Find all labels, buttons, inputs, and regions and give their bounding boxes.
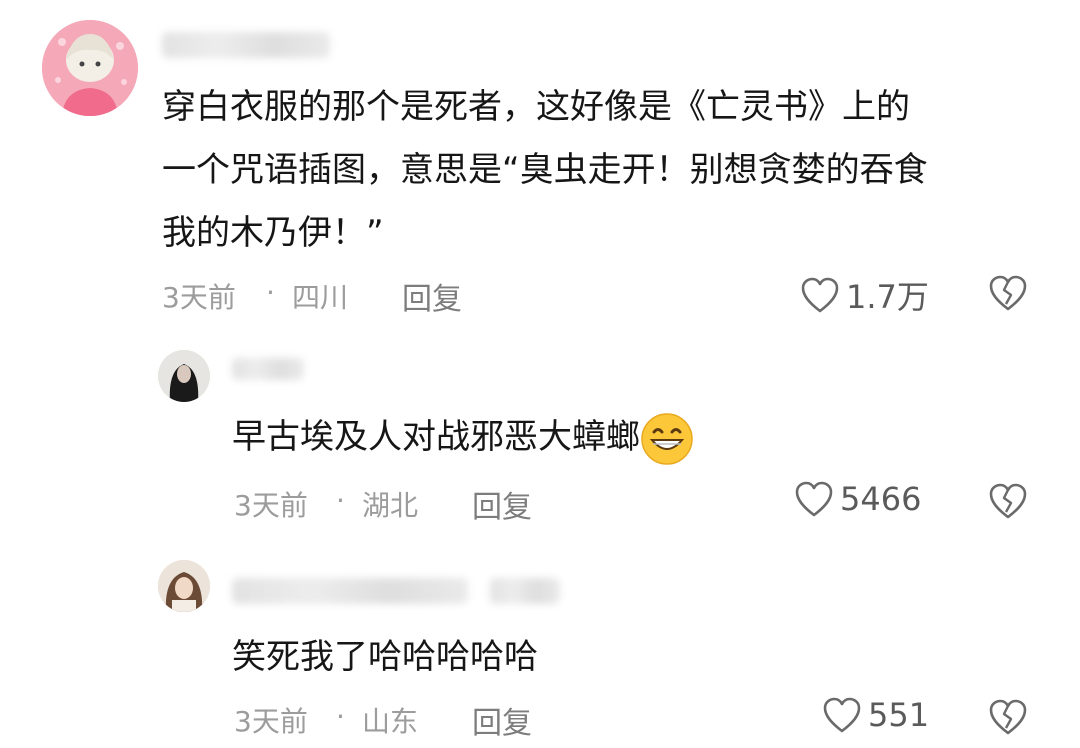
avatar[interactable] bbox=[158, 350, 210, 402]
reply-button[interactable]: 回复 bbox=[472, 482, 532, 526]
comment-time: 3天前 bbox=[234, 489, 308, 522]
reply-button[interactable]: 回复 bbox=[402, 274, 462, 318]
reply-button[interactable]: 回复 bbox=[472, 698, 532, 742]
like-count: 551 bbox=[868, 696, 930, 734]
comment-location: 湖北 bbox=[362, 489, 419, 522]
username-blurred[interactable] bbox=[162, 32, 330, 58]
broken-heart-icon[interactable] bbox=[988, 482, 1028, 520]
username-blurred[interactable] bbox=[232, 358, 304, 380]
heart-outline-icon bbox=[823, 697, 861, 733]
like-count: 1.7万 bbox=[846, 278, 929, 316]
comment-time: 3天前 bbox=[234, 705, 308, 738]
like-button[interactable]: 551 bbox=[822, 696, 929, 734]
comment-location: 山东 bbox=[362, 705, 419, 738]
comment-2: 早古埃及人对战邪恶大蟑螂 3天前 · 湖北 回复 5466 bbox=[0, 330, 1080, 540]
comment-time: 3天前 bbox=[162, 281, 236, 314]
comment-text: 笑死我了哈哈哈哈哈 bbox=[232, 637, 538, 677]
comment-3: 笑死我了哈哈哈哈哈 3天前 · 山东 回复 551 bbox=[0, 540, 1080, 748]
username-blurred[interactable] bbox=[490, 578, 560, 604]
comment-text-line: 穿白衣服的那个是死者，这好像是《亡灵书》上的 bbox=[162, 87, 910, 127]
meta-separator: · bbox=[336, 700, 345, 733]
comment-location: 四川 bbox=[292, 281, 349, 314]
heart-outline-icon bbox=[795, 481, 833, 517]
broken-heart-icon[interactable] bbox=[988, 698, 1028, 736]
comment-text-line: 我的木乃伊！” bbox=[162, 213, 384, 253]
meta-separator: · bbox=[336, 484, 345, 517]
grinning-emoji bbox=[641, 412, 693, 465]
broken-heart-icon[interactable] bbox=[988, 274, 1028, 312]
heart-outline-icon bbox=[801, 277, 839, 313]
meta-separator: · bbox=[266, 276, 275, 309]
comment-text-content: 早古埃及人对战邪恶大蟑螂 bbox=[232, 417, 640, 457]
avatar[interactable] bbox=[42, 20, 138, 116]
username-blurred[interactable] bbox=[232, 578, 468, 604]
like-count: 5466 bbox=[840, 480, 922, 518]
like-button[interactable]: 1.7万 bbox=[800, 272, 929, 318]
comment-1: 穿白衣服的那个是死者，这好像是《亡灵书》上的 一个咒语插图，意思是“臭虫走开！别… bbox=[0, 0, 1080, 330]
comment-text-line: 一个咒语插图，意思是“臭虫走开！别想贪婪的吞食 bbox=[162, 150, 928, 190]
avatar[interactable] bbox=[158, 560, 210, 612]
like-button[interactable]: 5466 bbox=[794, 480, 921, 518]
comment-text: 早古埃及人对战邪恶大蟑螂 bbox=[232, 406, 694, 468]
